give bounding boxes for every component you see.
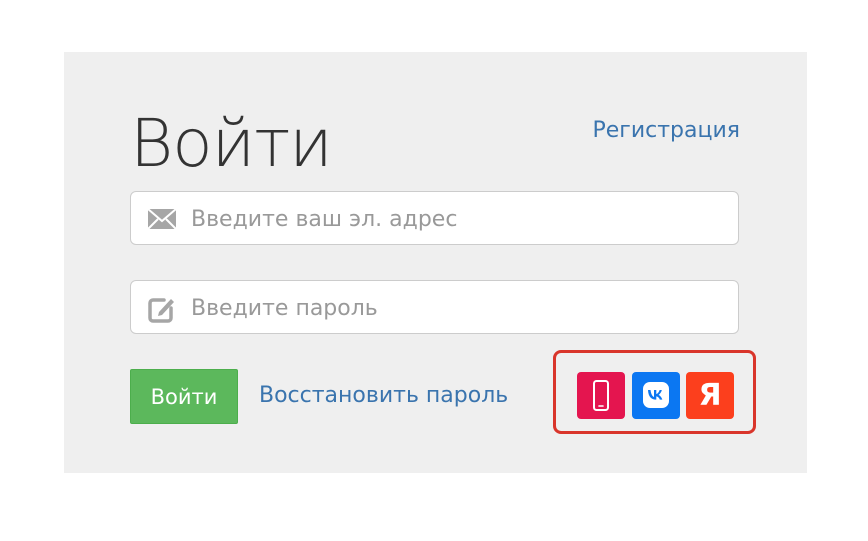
vk-login-button[interactable]: [632, 372, 680, 419]
login-button[interactable]: Войти: [130, 369, 238, 424]
login-panel: Войти Регистрация Войти Восстановить пар…: [64, 52, 807, 473]
social-login-group: Я: [553, 350, 756, 434]
yandex-login-button[interactable]: Я: [686, 372, 734, 419]
envelope-icon: [147, 206, 177, 232]
email-input[interactable]: [189, 192, 723, 246]
email-field[interactable]: [130, 191, 739, 246]
edit-icon: [147, 295, 177, 323]
page-title: Войти: [130, 105, 333, 182]
phone-icon: [593, 380, 609, 411]
password-field[interactable]: [130, 280, 739, 335]
password-input[interactable]: [189, 281, 723, 335]
vk-icon: [643, 382, 669, 408]
restore-password-link[interactable]: Восстановить пароль: [259, 383, 508, 408]
yandex-icon: Я: [698, 378, 722, 413]
register-link[interactable]: Регистрация: [592, 118, 740, 143]
phone-login-button[interactable]: [577, 372, 625, 419]
